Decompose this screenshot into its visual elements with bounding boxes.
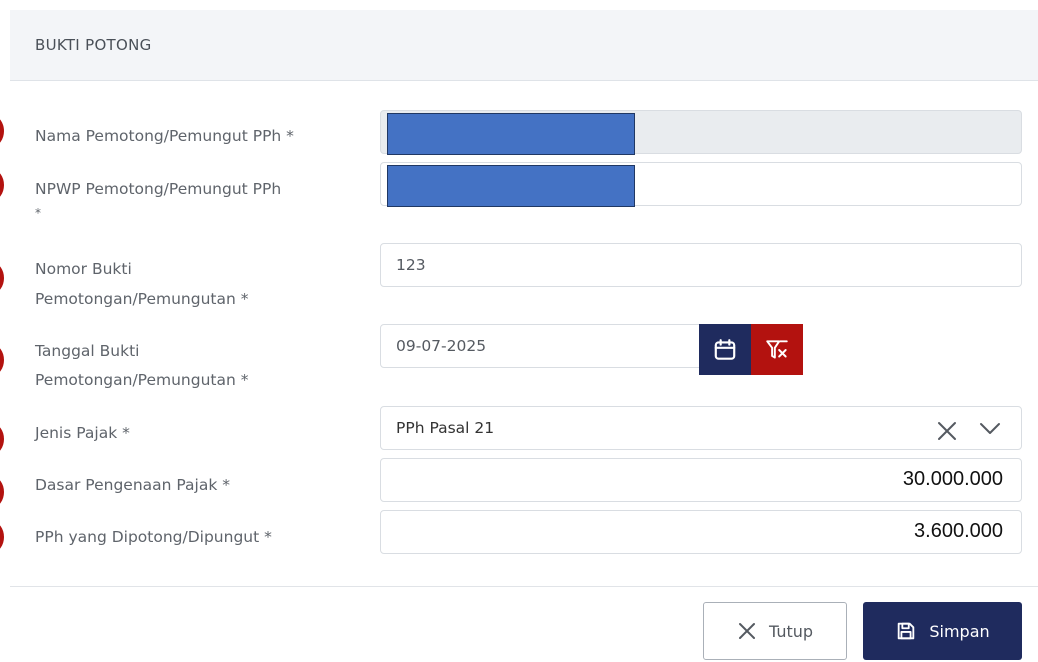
nomor-bukti-input[interactable]: 123 <box>380 243 1022 287</box>
filter-clear-icon <box>766 339 788 359</box>
tanggal-bukti-input[interactable]: 09-07-2025 <box>380 324 702 368</box>
annotation-marker <box>0 170 4 200</box>
close-button[interactable]: Tutup <box>703 602 847 660</box>
chevron-down-icon[interactable] <box>979 420 1001 438</box>
nomor-bukti-value: 123 <box>396 256 426 274</box>
annotation-marker <box>0 116 4 146</box>
close-icon <box>738 623 755 639</box>
save-button-label: Simpan <box>929 621 990 641</box>
annotation-marker <box>0 424 4 454</box>
annotation-marker <box>0 522 4 552</box>
npwp-label-line1: NPWP Pemotong/Pemungut PPh <box>35 180 282 198</box>
redaction-block <box>387 165 635 207</box>
close-button-label: Tutup <box>768 621 814 641</box>
nomor-bukti-label-line1: Nomor Bukti <box>35 260 132 278</box>
jenis-pajak-value: PPh Pasal 21 <box>396 419 495 437</box>
calendar-button[interactable] <box>699 324 751 375</box>
pph-dipotong-input[interactable]: 3.600.000 <box>380 510 1022 554</box>
nama-pemotong-label: Nama Pemotong/Pemungut PPh * <box>35 127 294 145</box>
annotation-marker <box>0 477 4 507</box>
nomor-bukti-label-line2: Pemotongan/Pemungutan * <box>35 290 249 308</box>
redaction-block <box>387 113 635 155</box>
dasar-pengenaan-label: Dasar Pengenaan Pajak * <box>35 476 231 494</box>
npwp-field[interactable] <box>380 162 1022 207</box>
pph-dipotong-value: 3.600.000 <box>914 520 1003 542</box>
dasar-pengenaan-value: 30.000.000 <box>902 468 1003 490</box>
dasar-pengenaan-input[interactable]: 30.000.000 <box>380 458 1022 502</box>
tanggal-bukti-value: 09-07-2025 <box>396 337 487 355</box>
tanggal-bukti-label-line2: Pemotongan/Pemungutan * <box>35 371 249 389</box>
annotation-marker <box>0 345 4 375</box>
jenis-pajak-label: Jenis Pajak * <box>35 424 130 442</box>
calendar-icon <box>714 338 736 360</box>
annotation-marker <box>0 263 4 293</box>
save-icon <box>898 622 915 640</box>
modal-header: BUKTI POTONG <box>10 10 1038 81</box>
npwp-label-line2: * <box>35 206 41 220</box>
clear-date-button[interactable] <box>751 324 803 375</box>
jenis-pajak-select[interactable]: PPh Pasal 21 <box>380 406 1022 450</box>
save-button[interactable]: Simpan <box>863 602 1022 660</box>
nama-pemotong-field <box>380 110 1022 155</box>
footer-divider <box>10 586 1038 587</box>
tanggal-bukti-label-line1: Tanggal Bukti <box>35 342 140 360</box>
close-icon[interactable] <box>936 420 958 442</box>
pph-dipotong-label: PPh yang Dipotong/Dipungut * <box>35 528 272 546</box>
modal-title: BUKTI POTONG <box>35 36 152 54</box>
